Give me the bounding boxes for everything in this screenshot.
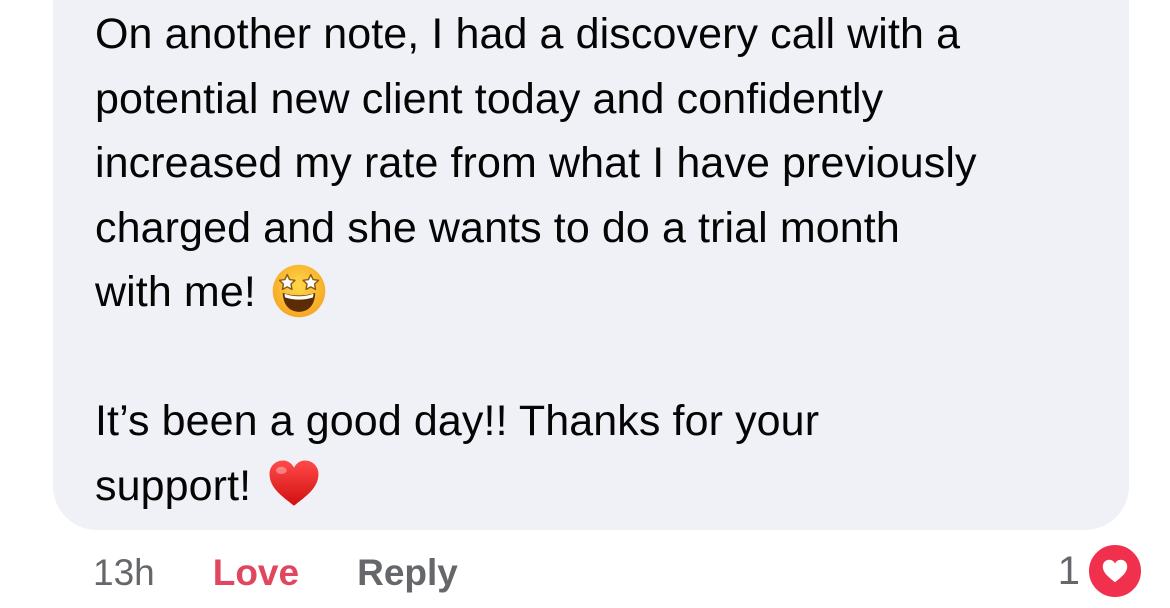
comment-line-text: with me! [95, 268, 256, 316]
comment-line: It’s been a good day!! Thanks for your [95, 397, 820, 445]
comment-line: potential new client today and confident… [95, 74, 884, 123]
comment-body: On another note, I had a discovery call … [95, 2, 1125, 518]
reaction-summary[interactable]: 1 [1058, 540, 1144, 602]
reply-button[interactable]: Reply [357, 552, 458, 594]
reaction-count: 1 [1057, 548, 1080, 593]
comment-line: increased my rate from what I have previ… [95, 139, 977, 187]
comment-line-with-emoji: with me! [95, 260, 1125, 325]
comment-line: charged and she wants to do a trial mont… [95, 203, 900, 252]
comment-line-text: support! [95, 461, 252, 510]
star-struck-emoji [270, 262, 328, 320]
comment-actions: 13h Love Reply [93, 548, 458, 598]
comment-line: On another note, I had a discovery call … [95, 10, 961, 58]
comment-timestamp: 13h [93, 552, 155, 593]
comment-line-with-emoji: support! [95, 454, 1125, 519]
love-reaction-button[interactable]: Love [213, 552, 299, 594]
heart-icon [1086, 542, 1144, 600]
red-heart-emoji [265, 455, 323, 513]
